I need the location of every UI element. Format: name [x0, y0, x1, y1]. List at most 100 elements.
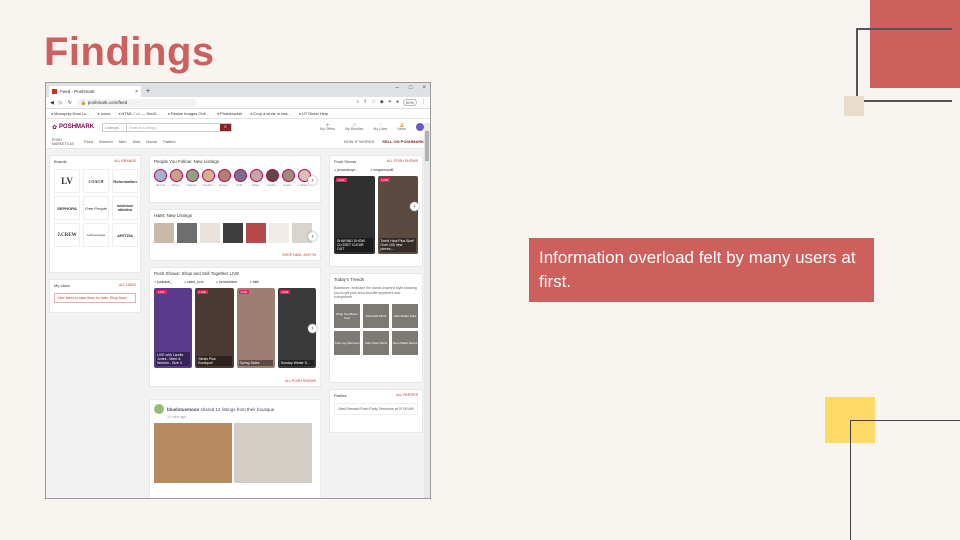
shop-hm-link[interactable]: SHOP H&M: JUST IN: [282, 253, 316, 257]
next-arrow-icon[interactable]: ›: [410, 202, 419, 211]
show-host[interactable]: jenrantcoye...: [334, 168, 358, 172]
brand-tile[interactable]: Reformation: [112, 169, 138, 193]
star-icon[interactable]: ☆: [371, 99, 375, 106]
bookmark[interactable]: Monopoly Deal Lo...: [51, 111, 90, 116]
followed-user[interactable]: raffan...: [250, 169, 264, 187]
show-tile[interactable]: LIVE Spring Sales: [236, 288, 275, 368]
followed-user[interactable]: thrift...: [234, 169, 248, 187]
next-arrow-icon[interactable]: ›: [308, 324, 317, 333]
listing-thumb[interactable]: [154, 223, 174, 243]
brand-tile[interactable]: COACH: [83, 169, 109, 193]
all-brands-link[interactable]: ALL BRANDS: [114, 159, 136, 164]
scrollbar[interactable]: [424, 123, 430, 498]
forward-icon[interactable]: ▷: [59, 100, 63, 106]
followed-user[interactable]: dbcclts: [154, 169, 167, 187]
search-button[interactable]: ⌕: [220, 123, 232, 131]
browser-tab[interactable]: Feed - Poshmark ×: [49, 86, 141, 97]
bookmark[interactable]: Resize Images Onli...: [168, 111, 209, 116]
share-icon[interactable]: ⇪: [363, 99, 367, 106]
all-parties-link[interactable]: ALL PARTIES: [396, 393, 418, 398]
bookmark[interactable]: HTML / <> — SenD...: [118, 111, 159, 116]
how-it-works-link[interactable]: HOW IT WORKS: [344, 139, 375, 144]
bookmark[interactable]: Crop a circle in ima...: [250, 111, 291, 116]
search-icon[interactable]: ⌕: [356, 99, 359, 106]
show-tile[interactable]: LIVE Torrid Haul Plus Size! Over 100 new…: [377, 176, 418, 254]
back-icon[interactable]: ◀: [50, 100, 54, 106]
offers-button[interactable]: ⊚ My Offers: [320, 123, 335, 131]
show-host[interactable]: faith: [250, 280, 260, 284]
show-tile[interactable]: LIVE SHARING SHOW CLOSET CLEAR OUT: [334, 176, 375, 254]
poshmark-logo[interactable]: ✿ POSHMARK: [52, 124, 94, 131]
bookmark[interactable]: Icons: [98, 111, 111, 116]
show-tile[interactable]: LIVE LIVE with Laurits Jones - Meet & Wo…: [154, 288, 193, 368]
trend-tile[interactable]: Shop Ballet Wears: [392, 330, 418, 355]
likes-button[interactable]: ♡ My Likes: [373, 123, 387, 131]
brand-tile[interactable]: J.CREW: [54, 223, 80, 247]
search-scope-select[interactable]: Listings: [103, 123, 128, 131]
extension-icon[interactable]: ◆: [380, 99, 384, 106]
news-button[interactable]: 🔔 News: [397, 123, 406, 131]
brand-tile[interactable]: LV: [54, 169, 80, 193]
bookmark[interactable]: UT Direct Help: [299, 111, 328, 116]
next-arrow-icon[interactable]: ›: [308, 232, 317, 241]
market-select[interactable]: POSH MARKETS All: [52, 138, 78, 146]
show-host[interactable]: justkatal_: [154, 280, 172, 284]
brand-tile[interactable]: Anthropologie: [83, 223, 109, 247]
listing-thumb[interactable]: [223, 223, 243, 243]
profile-icon[interactable]: ●: [396, 99, 399, 106]
next-arrow-icon[interactable]: ›: [308, 176, 317, 185]
brand-tile[interactable]: lululemon athletica: [112, 196, 138, 220]
scroll-thumb[interactable]: [425, 131, 429, 161]
post-user[interactable]: bluelotusmoon: [167, 407, 199, 412]
listing-thumb[interactable]: [246, 223, 266, 243]
nav-kids[interactable]: Kids: [133, 139, 141, 144]
show-host[interactable]: claire_luxe: [184, 280, 204, 284]
url-field[interactable]: 🔒 poshmark.com/feed: [76, 98, 197, 107]
trend-tile[interactable]: Wrap Top Blazer Tops: [334, 303, 360, 328]
zoom-pill[interactable]: 90%: [402, 99, 417, 106]
show-tile[interactable]: LIVE Steals Plus Boutique!: [195, 288, 234, 368]
listing-thumb[interactable]: [177, 223, 197, 243]
sell-link[interactable]: SELL ON POSHMARK: [382, 139, 424, 144]
new-tab-icon[interactable]: +: [146, 88, 150, 95]
nav-men[interactable]: Men: [119, 139, 127, 144]
menu-icon[interactable]: ⋮: [421, 99, 426, 106]
trend-tile[interactable]: Pink Midi Skirts: [363, 303, 389, 328]
all-posh-shows-link[interactable]: ALL POSH SHOWS: [285, 379, 316, 383]
avatar[interactable]: [416, 123, 424, 131]
puzzle-icon[interactable]: ✦: [388, 99, 392, 106]
bookmark[interactable]: Photobucket: [217, 111, 242, 116]
trend-tile[interactable]: Satin Ballet Flats: [392, 303, 418, 328]
nav-feed[interactable]: Feed: [84, 139, 93, 144]
nav-home[interactable]: Home: [146, 139, 157, 144]
nav-women[interactable]: Women: [99, 139, 113, 144]
listing-thumb[interactable]: [269, 223, 289, 243]
reload-icon[interactable]: ↻: [68, 100, 72, 106]
bundles-button[interactable]: ▢ My Bundles: [345, 123, 363, 131]
close-tab-icon[interactable]: ×: [135, 89, 138, 95]
brand-tile[interactable]: ARITZIA: [112, 223, 138, 247]
listing-thumb[interactable]: [200, 223, 220, 243]
brand-tile[interactable]: Free People: [83, 196, 109, 220]
listing-image[interactable]: [154, 423, 232, 483]
listing-image[interactable]: [234, 423, 312, 483]
minimize-icon[interactable]: –: [396, 85, 399, 91]
followed-user[interactable]: Ottavia...: [186, 169, 199, 187]
trend-tile[interactable]: Tulle Leg Warmers: [334, 330, 360, 355]
followed-user[interactable]: vhabo...: [282, 169, 296, 187]
show-host[interactable]: lornatobfaer: [216, 280, 238, 284]
close-window-icon[interactable]: ×: [422, 85, 426, 91]
show-host[interactable]: meganroyal6: [370, 168, 393, 172]
all-likes-link[interactable]: ALL LIKES: [119, 283, 136, 288]
maximize-icon[interactable]: □: [409, 85, 413, 91]
party-item[interactable]: Best Dressed Posh Party Tomorrow at 07:0…: [334, 403, 418, 415]
followed-user[interactable]: maudlin...: [202, 169, 215, 187]
nav-parties[interactable]: Parties: [163, 139, 175, 144]
followed-user[interactable]: amsey...: [218, 169, 232, 187]
avatar[interactable]: [154, 404, 164, 414]
brand-tile[interactable]: SEPHORA: [54, 196, 80, 220]
trend-tile[interactable]: Satin Maxi Skirts: [363, 330, 389, 355]
followed-user[interactable]: mindsy...: [266, 169, 280, 187]
followed-user[interactable]: fishey...: [170, 169, 183, 187]
all-posh-shows-link[interactable]: ALL POSH SHOWS: [387, 159, 418, 164]
